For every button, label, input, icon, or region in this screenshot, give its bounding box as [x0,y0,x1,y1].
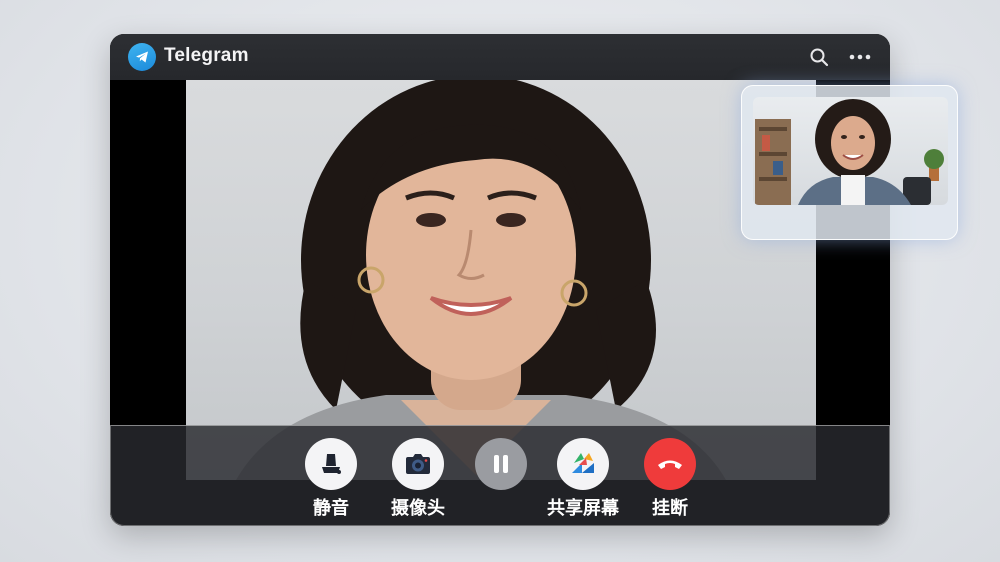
local-participant-image [755,99,944,205]
telegram-logo-icon [128,43,156,71]
self-view-preview[interactable] [741,85,958,240]
mute-label: 静音 [313,498,349,519]
pause-icon[interactable] [475,438,527,490]
camera-label: 摄像头 [391,498,445,519]
search-icon[interactable] [807,45,831,69]
screen-share-control[interactable]: 共享屏幕 [533,438,633,520]
more-icon[interactable] [848,45,872,69]
hang-up-label: 挂断 [652,498,688,519]
camera-icon[interactable] [392,438,444,490]
mute-icon[interactable] [305,438,357,490]
local-video-feed [753,97,948,205]
hang-up-control[interactable]: 挂断 [620,438,720,520]
screen-share-label: 共享屏幕 [547,498,619,519]
title-bar: Telegram [110,34,890,80]
hang-up-icon[interactable] [644,438,696,490]
call-controls-bar: 静音 摄像头 共享屏幕 挂断 [110,425,890,526]
screen-share-icon[interactable] [557,438,609,490]
mute-control[interactable]: 静音 [281,438,381,520]
remote-video-feed [186,80,816,480]
app-title: Telegram [164,45,249,66]
remote-participant-image [236,80,726,480]
